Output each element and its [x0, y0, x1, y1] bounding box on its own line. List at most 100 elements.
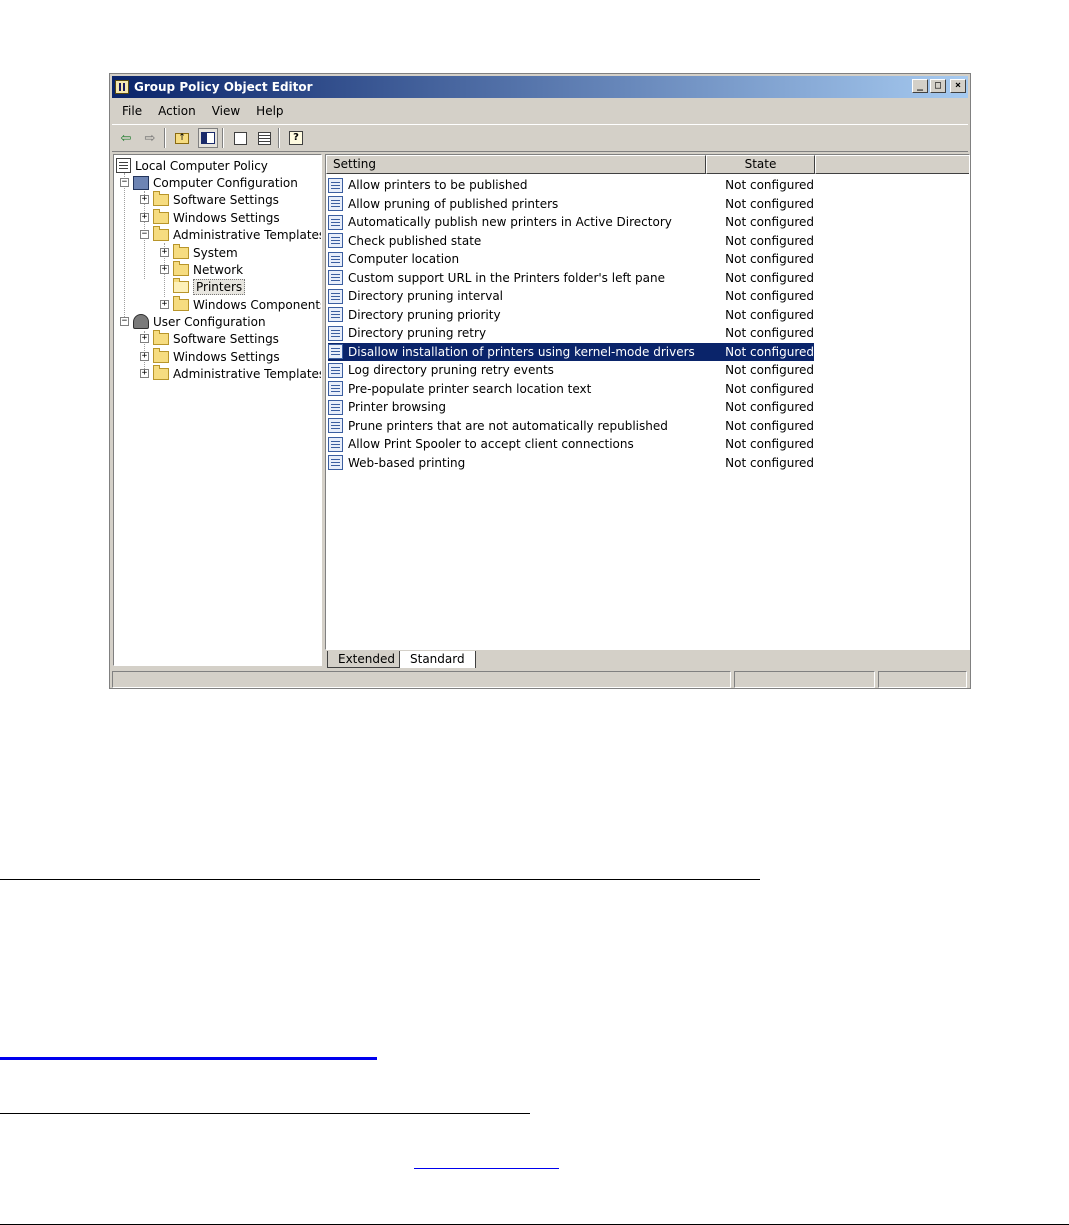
tree-label: User Configuration	[153, 314, 266, 329]
setting-state: Not configured	[725, 455, 814, 470]
tree-item-windows-components[interactable]: + Windows Components	[160, 295, 321, 313]
expand-icon[interactable]: +	[140, 213, 149, 222]
list-row[interactable]: Computer location Not configured	[328, 250, 814, 268]
list-row[interactable]: Directory pruning priority Not configured	[328, 306, 814, 324]
tree-item-uc-software-settings[interactable]: + Software Settings	[140, 329, 279, 347]
tree-item-printers[interactable]: Printers	[173, 277, 246, 295]
title-bar[interactable]: Group Policy Object Editor _ □ ×	[112, 76, 968, 98]
console-tree[interactable]: Local Computer Policy − Computer Configu…	[113, 154, 322, 666]
minimize-button[interactable]: _	[912, 79, 928, 93]
toolbar-separator	[278, 128, 280, 148]
collapse-icon[interactable]: −	[140, 230, 149, 239]
status-pane-3	[878, 671, 967, 688]
setting-state: Not configured	[725, 418, 814, 433]
folder-icon	[153, 208, 169, 224]
properties-icon[interactable]	[230, 128, 250, 148]
list-row[interactable]: Allow printers to be published Not config…	[328, 176, 814, 194]
toolbar-separator	[164, 128, 166, 148]
gpo-app-icon	[115, 80, 129, 94]
expand-icon[interactable]: +	[160, 248, 169, 257]
tree-label: Windows Settings	[173, 210, 280, 225]
tree-label: Local Computer Policy	[135, 158, 268, 173]
export-list-icon[interactable]	[254, 128, 274, 148]
column-header-setting[interactable]: Setting	[326, 155, 706, 174]
collapse-icon[interactable]: −	[120, 317, 129, 326]
tree-label: Windows Settings	[173, 349, 280, 364]
tree-item-uc-administrative-templates[interactable]: + Administrative Templates	[140, 364, 322, 382]
menu-help[interactable]: Help	[248, 101, 291, 121]
link-underline[interactable]	[0, 1057, 377, 1060]
list-row[interactable]: Custom support URL in the Printers folde…	[328, 269, 814, 287]
link-underline[interactable]	[414, 1168, 559, 1169]
tree-item-cc-administrative-templates[interactable]: − Administrative Templates	[140, 225, 321, 243]
tree-item-cc-windows-settings[interactable]: + Windows Settings	[140, 208, 280, 226]
close-button[interactable]: ×	[950, 79, 966, 93]
setting-name: Custom support URL in the Printers folde…	[348, 270, 665, 285]
setting-state: Not configured	[725, 196, 814, 211]
expand-icon[interactable]: +	[140, 352, 149, 361]
user-icon	[133, 314, 149, 329]
setting-state: Not configured	[725, 215, 814, 229]
settings-list[interactable]: Setting State Allow printers to be publi…	[325, 154, 970, 650]
back-icon[interactable]: ⇦	[116, 128, 136, 148]
setting-name: Printer browsing	[348, 400, 446, 414]
status-bar	[112, 671, 968, 688]
show-hide-tree-icon[interactable]	[198, 128, 218, 148]
expand-icon[interactable]: +	[160, 265, 169, 274]
policy-setting-icon	[328, 196, 343, 211]
status-pane-main	[112, 671, 731, 688]
setting-name: Directory pruning retry	[348, 326, 487, 340]
tree-item-computer-configuration[interactable]: − Computer Configuration	[120, 174, 298, 191]
list-row[interactable]: Disallow installation of printers using …	[328, 342, 814, 361]
collapse-icon[interactable]: −	[120, 178, 129, 187]
help-icon[interactable]: ?	[286, 128, 306, 148]
status-pane-2	[734, 671, 875, 688]
setting-name: Check published state	[348, 233, 482, 248]
menu-action[interactable]: Action	[150, 101, 204, 121]
expand-icon[interactable]: +	[140, 369, 149, 378]
expand-icon[interactable]: +	[140, 195, 149, 204]
list-row[interactable]: Web-based printing Not configured	[328, 454, 814, 472]
tab-extended[interactable]: Extended	[327, 651, 405, 668]
menu-view[interactable]: View	[204, 101, 248, 121]
policy-setting-icon	[328, 270, 343, 285]
list-row[interactable]: Prune printers that are not automaticall…	[328, 417, 814, 435]
list-row[interactable]: Check published state Not configured	[328, 232, 814, 250]
list-row[interactable]: Printer browsing Not configured	[328, 398, 814, 416]
column-header-state[interactable]: State	[706, 155, 815, 174]
list-row[interactable]: Directory pruning interval Not configured	[328, 287, 814, 305]
tree-item-network[interactable]: + Network	[160, 260, 243, 278]
setting-state: Not configured	[725, 233, 814, 248]
list-row[interactable]: Automatically publish new printers in Ac…	[328, 213, 814, 231]
list-row[interactable]: Pre-populate printer search location tex…	[328, 380, 814, 398]
list-row[interactable]: Allow pruning of published printers Not c…	[328, 195, 814, 213]
setting-state: Not configured	[725, 326, 814, 340]
expand-icon[interactable]: +	[140, 334, 149, 343]
tree-item-user-configuration[interactable]: − User Configuration	[120, 313, 266, 330]
tree-item-system[interactable]: + System	[160, 243, 238, 261]
tree-label: Administrative Templates	[173, 366, 322, 381]
list-header: Setting State	[326, 155, 969, 174]
forward-icon[interactable]: ⇨	[140, 128, 160, 148]
folder-icon	[173, 243, 189, 259]
list-row[interactable]: Directory pruning retry Not configured	[328, 324, 814, 342]
expand-icon[interactable]: +	[160, 300, 169, 309]
view-tabs: Extended Standard	[325, 651, 970, 669]
setting-name: Prune printers that are not automaticall…	[348, 418, 668, 433]
menu-bar: File Action View Help	[114, 101, 292, 121]
tree-item-local-computer-policy[interactable]: Local Computer Policy	[116, 157, 268, 174]
tree-item-uc-windows-settings[interactable]: + Windows Settings	[140, 347, 280, 365]
tree-item-cc-software-settings[interactable]: + Software Settings	[140, 190, 279, 208]
menu-file[interactable]: File	[114, 101, 150, 121]
setting-name: Allow printers to be published	[348, 178, 528, 192]
up-one-level-icon[interactable]: ↑	[172, 128, 192, 148]
horizontal-rule	[0, 879, 760, 880]
maximize-button[interactable]: □	[930, 79, 946, 93]
gpo-editor-window: Group Policy Object Editor _ □ × File Ac…	[109, 73, 971, 689]
setting-state: Not configured	[725, 289, 814, 303]
list-row[interactable]: Log directory pruning retry events Not co…	[328, 361, 814, 379]
setting-name: Allow pruning of published printers	[348, 196, 559, 211]
tab-standard[interactable]: Standard	[399, 651, 476, 668]
list-row[interactable]: Allow Print Spooler to accept client con…	[328, 435, 814, 453]
tree-label: Software Settings	[173, 331, 279, 346]
